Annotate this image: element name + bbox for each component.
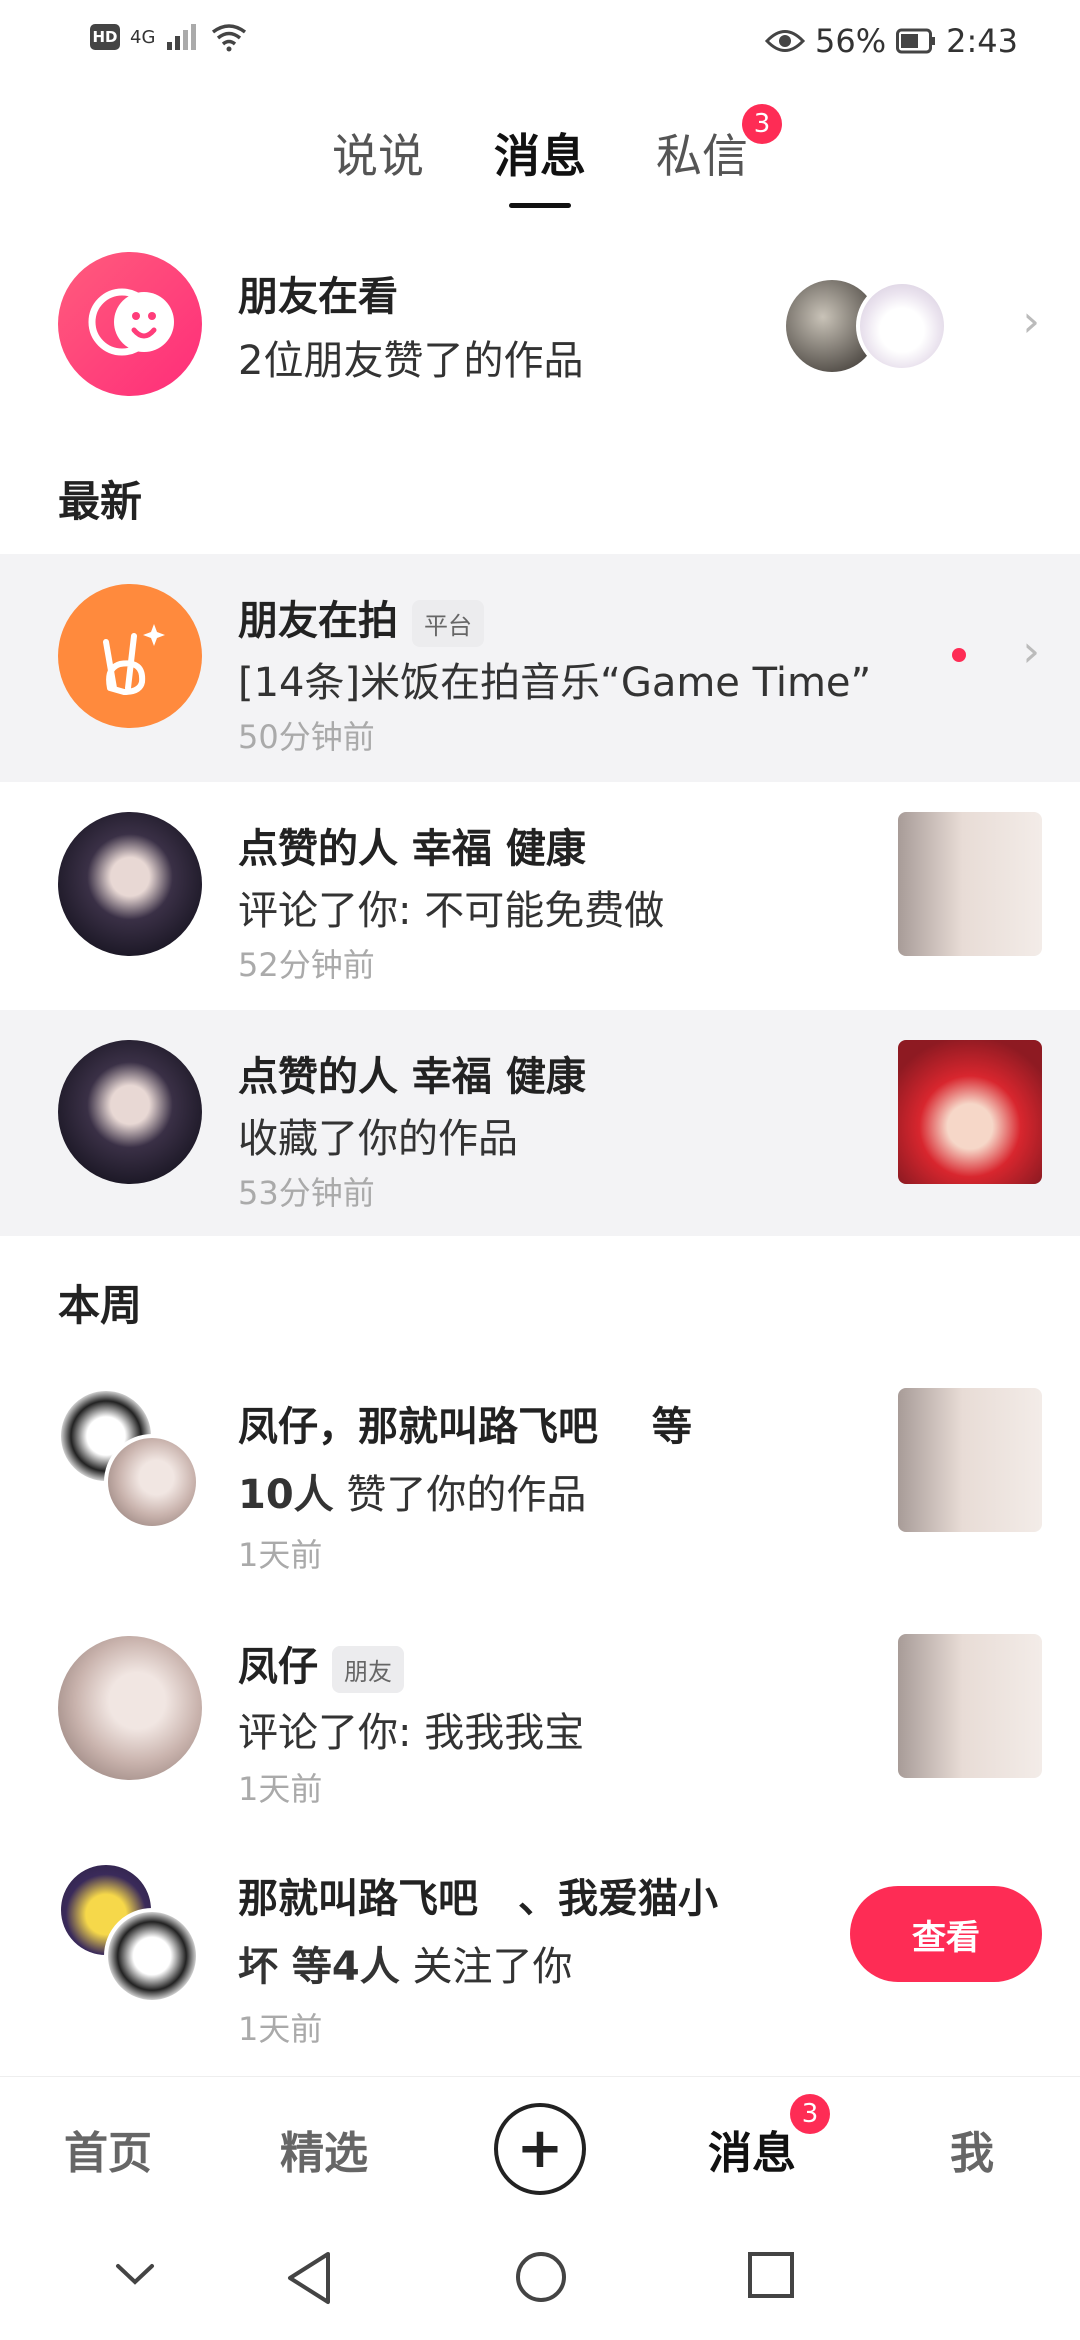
- notification-time: 1天前: [238, 2010, 323, 2048]
- platform-tag: 平台: [412, 599, 484, 647]
- hd-icon: HD: [90, 24, 120, 50]
- notification-favorite[interactable]: 点赞的人 幸福 健康 收藏了你的作品 53分钟前: [0, 1010, 1080, 1236]
- notification-text: 10人 赞了你的作品: [238, 1462, 586, 1520]
- post-thumbnail[interactable]: [898, 1388, 1042, 1532]
- friends-watching-row[interactable]: 朋友在看 2位朋友赞了的作品 ›: [0, 240, 1080, 410]
- nav-me[interactable]: 我: [950, 2117, 994, 2181]
- notification-comment[interactable]: 点赞的人 幸福 健康 评论了你: 不可能免费做 52分钟前: [0, 782, 1080, 1010]
- user-avatar[interactable]: [104, 1434, 200, 1530]
- top-tabs: 说说 消息 私信 3: [0, 104, 1080, 202]
- notification-title: 那就叫路飞吧 、我爱猫小: [238, 1876, 718, 1922]
- status-left: HD 4G: [90, 22, 249, 52]
- notification-action: 赞了你的作品: [333, 1472, 587, 1518]
- notification-text: 评论了你: 我我我宝: [238, 1710, 585, 1756]
- notification-title: 凤仔 朋友: [238, 1634, 404, 1693]
- post-thumbnail[interactable]: [898, 1040, 1042, 1184]
- notification-time: 53分钟前: [238, 1174, 375, 1212]
- friends-watching-title: 朋友在看: [238, 274, 398, 320]
- notification-time: 1天前: [238, 1770, 323, 1808]
- notification-title-text: 朋友在拍: [238, 598, 398, 644]
- home-icon[interactable]: [514, 2250, 568, 2308]
- section-latest-heading: 最新: [58, 477, 143, 526]
- friend-avatar-2: [856, 280, 948, 372]
- notification-friend-comment[interactable]: 凤仔 朋友 评论了你: 我我我宝 1天前: [0, 1610, 1080, 1836]
- unread-dot: [952, 648, 966, 662]
- post-thumbnail[interactable]: [898, 1634, 1042, 1778]
- notification-text: [14条]米饭在拍音乐“Game Time”: [238, 660, 872, 706]
- system-navigation-bar: [0, 2220, 1080, 2340]
- tab-private-messages[interactable]: 私信 3: [656, 104, 782, 202]
- private-messages-badge: 3: [742, 104, 782, 144]
- post-thumbnail[interactable]: [898, 812, 1042, 956]
- notification-time: 52分钟前: [238, 946, 375, 984]
- notification-title-text: 凤仔: [238, 1644, 318, 1690]
- network-type: 4G: [130, 26, 156, 48]
- notification-follows[interactable]: 那就叫路飞吧 、我爱猫小 坏 等4人 关注了你 1天前 查看: [0, 1836, 1080, 2074]
- notification-likes[interactable]: 凤仔，那就叫路飞吧 等 10人 赞了你的作品 1天前: [0, 1360, 1080, 1610]
- notification-title: 凤仔，那就叫路飞吧 等: [238, 1404, 692, 1450]
- battery-icon: [896, 28, 936, 54]
- notification-title: 点赞的人 幸福 健康: [238, 826, 586, 872]
- friend-tag: 朋友: [332, 1645, 404, 1693]
- tab-messages[interactable]: 消息: [494, 112, 586, 202]
- chevron-right-icon: ›: [1022, 296, 1040, 347]
- tab-shuoshuo[interactable]: 说说: [332, 112, 424, 202]
- battery-percent: 56%: [815, 22, 887, 60]
- friends-watching-icon: [58, 252, 202, 396]
- user-avatar[interactable]: [58, 1040, 202, 1184]
- recents-icon[interactable]: [746, 2250, 796, 2304]
- signal-icon: [167, 24, 197, 50]
- back-icon[interactable]: [284, 2250, 334, 2310]
- clock: 2:43: [946, 22, 1018, 60]
- friends-watching-subtitle: 2位朋友赞了的作品: [238, 338, 584, 384]
- section-this-week-heading: 本周: [58, 1281, 143, 1330]
- user-avatar[interactable]: [58, 1636, 202, 1780]
- tab-private-messages-label: 私信: [656, 129, 748, 183]
- notification-text: 坏 等4人 关注了你: [238, 1934, 572, 1992]
- notification-title: 朋友在拍 平台: [238, 588, 484, 647]
- nav-home[interactable]: 首页: [64, 2117, 152, 2181]
- nav-featured[interactable]: 精选: [280, 2117, 368, 2181]
- messages-badge: 3: [790, 2094, 830, 2134]
- view-button[interactable]: 查看: [850, 1886, 1042, 1982]
- eye-icon: [765, 30, 806, 52]
- notification-count: 坏 等4人: [238, 1944, 400, 1990]
- create-post-button[interactable]: +: [494, 2103, 586, 2195]
- victory-hand-icon: [58, 584, 202, 728]
- chevron-right-icon: ›: [1022, 626, 1040, 677]
- notification-title: 点赞的人 幸福 健康: [238, 1054, 586, 1100]
- notification-text: 评论了你: 不可能免费做: [238, 888, 665, 934]
- notification-time: 50分钟前: [238, 718, 375, 756]
- status-bar: HD 4G 56% 2:43: [0, 0, 1080, 84]
- user-avatar[interactable]: [104, 1908, 200, 2004]
- nav-messages[interactable]: 消息: [708, 2117, 796, 2181]
- notification-count: 10人: [238, 1472, 334, 1518]
- notification-text: 收藏了你的作品: [238, 1116, 518, 1162]
- user-avatar[interactable]: [58, 812, 202, 956]
- notification-time: 1天前: [238, 1536, 323, 1574]
- status-right: 56% 2:43: [765, 22, 1018, 60]
- bottom-nav: 首页 精选 + 消息 我: [0, 2076, 1080, 2220]
- wifi-icon: [212, 24, 247, 52]
- notification-friends-shooting[interactable]: 朋友在拍 平台 [14条]米饭在拍音乐“Game Time” 50分钟前 ›: [0, 554, 1080, 782]
- collapse-icon[interactable]: [112, 2250, 158, 2300]
- notification-action: 关注了你: [399, 1944, 573, 1990]
